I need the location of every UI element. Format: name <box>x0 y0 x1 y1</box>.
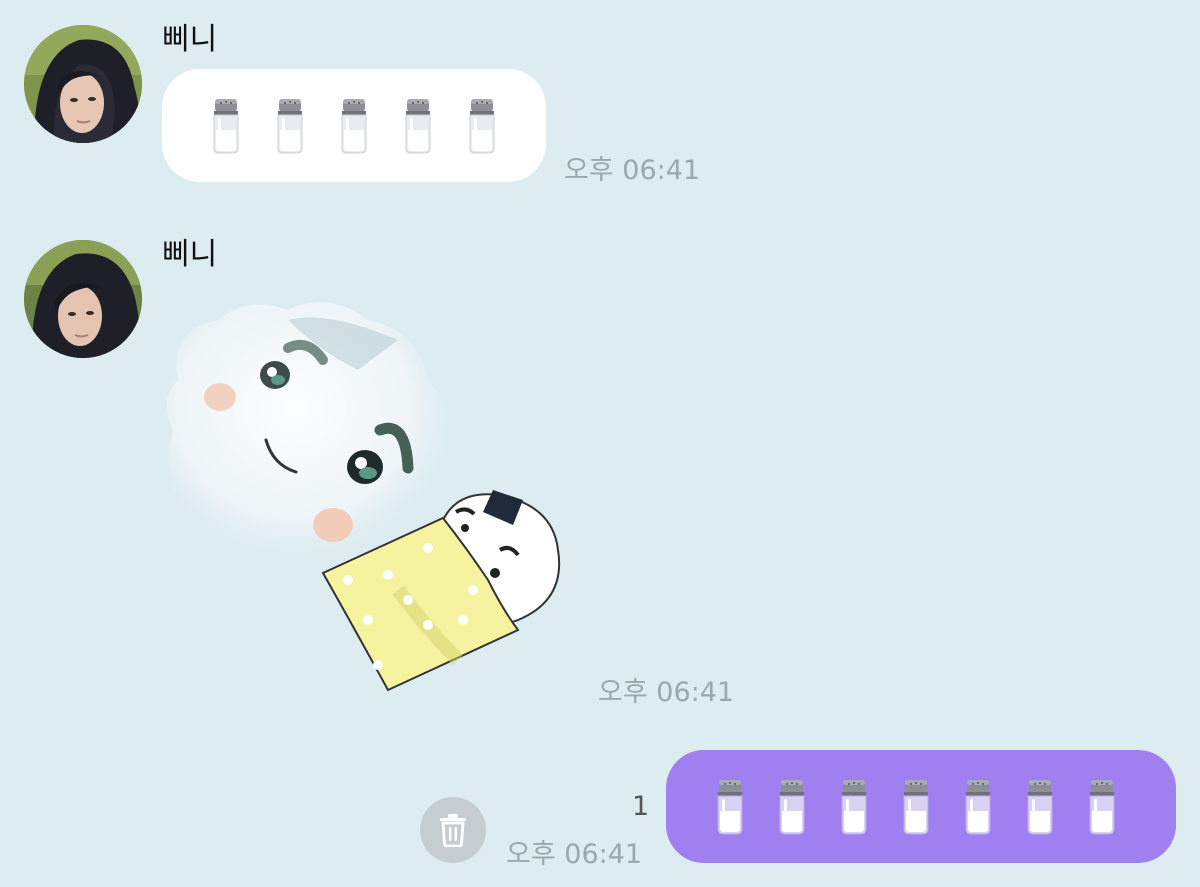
salt-shaker-icon <box>1085 779 1119 835</box>
salt-shaker-icon <box>961 779 995 835</box>
sender-name: 삐니 <box>162 237 218 272</box>
salt-shaker-icon <box>713 779 747 835</box>
salt-shaker-icon <box>209 98 243 154</box>
sender-name: 삐니 <box>162 22 218 57</box>
salt-shaker-icon <box>401 98 435 154</box>
message-bubble-outgoing[interactable] <box>666 750 1176 863</box>
message-timestamp: 오후 06:41 <box>564 155 701 186</box>
salt-shaker-icon <box>465 98 499 154</box>
salt-shaker-icon <box>1023 779 1057 835</box>
sender-avatar[interactable] <box>24 240 142 358</box>
salt-shaker-icon <box>899 779 933 835</box>
trash-icon <box>440 814 466 847</box>
delete-button[interactable] <box>420 797 486 863</box>
salt-shaker-icon <box>775 779 809 835</box>
salt-shaker-icon <box>837 779 871 835</box>
message-bubble-incoming[interactable] <box>162 69 546 182</box>
unread-count: 1 <box>632 791 650 822</box>
sleeping-rice-ball-sticker[interactable] <box>158 290 578 710</box>
message-timestamp: 오후 06:41 <box>506 839 643 870</box>
salt-shaker-icon <box>337 98 371 154</box>
salt-shaker-icon <box>273 98 307 154</box>
sender-avatar[interactable] <box>24 25 142 143</box>
message-timestamp: 오후 06:41 <box>598 677 735 708</box>
